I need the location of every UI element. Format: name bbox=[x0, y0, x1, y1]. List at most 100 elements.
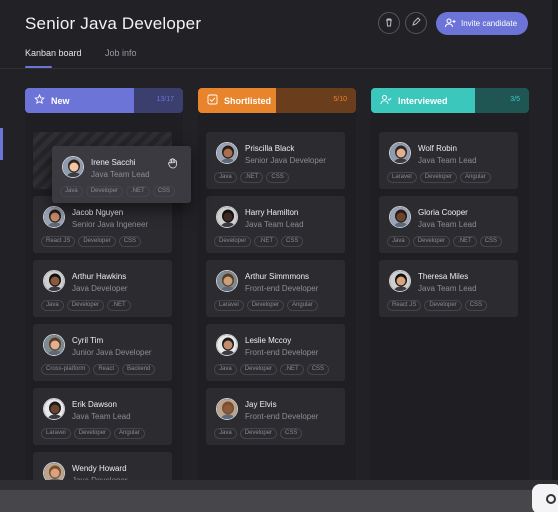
column-body: Wolf Robin Java Team Lead Laravel Developer… bbox=[371, 113, 529, 490]
skill-tag: Developer bbox=[66, 300, 105, 311]
avatar bbox=[216, 398, 238, 420]
candidate-card[interactable]: Leslie Mccoy Front-end Developer Java Devel… bbox=[206, 324, 345, 381]
skill-tag: CSS bbox=[280, 428, 303, 439]
column-title: Interviewed bbox=[398, 95, 448, 106]
candidate-role: Java Team Lead bbox=[91, 170, 150, 179]
candidate-role: Front-end Developer bbox=[245, 284, 319, 293]
skill-tag: Cross-platform bbox=[41, 364, 91, 375]
skill-tag: React JS bbox=[387, 300, 422, 311]
skill-tag: Developer bbox=[424, 300, 462, 311]
skill-tags: Java Developer .NET CSS bbox=[387, 236, 503, 247]
skill-tag: Backend bbox=[122, 364, 156, 375]
column-header-label: New bbox=[25, 88, 134, 113]
search-chip[interactable] bbox=[532, 484, 558, 512]
candidate-name: Arthur Hawkins bbox=[72, 272, 127, 281]
skill-tag: Java bbox=[387, 236, 410, 247]
candidate-role: Senior Java Developer bbox=[245, 156, 326, 165]
candidate-card[interactable]: Cyril Tim Junior Java Developer Cross-plat… bbox=[33, 324, 172, 381]
avatar bbox=[43, 334, 65, 356]
skill-tag: CSS bbox=[464, 300, 488, 311]
skill-tag: Developer bbox=[85, 186, 124, 197]
header-divider bbox=[0, 68, 552, 69]
skill-tag: Developer bbox=[78, 236, 116, 247]
avatar bbox=[216, 270, 238, 292]
candidate-card[interactable]: Wolf Robin Java Team Lead Laravel Developer… bbox=[379, 132, 518, 189]
app-window: Senior Java Developer Invite candidate K… bbox=[0, 0, 552, 490]
candidate-name: Wolf Robin bbox=[418, 144, 457, 153]
skill-tag: Developer bbox=[239, 364, 278, 375]
skill-tags: Java Developer CSS bbox=[214, 428, 303, 439]
candidate-card[interactable]: Arthur Simmmons Front-end Developer Larave… bbox=[206, 260, 345, 317]
candidate-role: Java Team Lead bbox=[418, 284, 477, 293]
skill-tag: Laravel bbox=[387, 172, 417, 183]
skill-tag: .NET bbox=[453, 236, 477, 247]
skill-tags: Developer .NET CSS bbox=[214, 236, 304, 247]
invite-candidate-button[interactable]: Invite candidate bbox=[436, 12, 528, 35]
candidate-name: Theresa Miles bbox=[418, 272, 469, 281]
skill-tags: Java Developer .NET CSS bbox=[60, 186, 176, 197]
dragging-candidate-card[interactable]: Irene Sacchi Java Team Lead Java Developer.… bbox=[52, 146, 191, 203]
skill-tag: Developer bbox=[419, 172, 458, 183]
star-icon bbox=[34, 93, 45, 107]
tab-kanban-board[interactable]: Kanban board bbox=[25, 48, 82, 58]
column-title: Shortlisted bbox=[224, 95, 272, 106]
taskbar bbox=[0, 490, 558, 512]
candidate-role: Java Developer bbox=[72, 284, 128, 293]
skill-tag: React bbox=[93, 364, 120, 375]
skill-tag: CSS bbox=[306, 364, 330, 375]
column-count: 5/10 bbox=[333, 96, 347, 103]
left-scroll-indicator bbox=[0, 128, 3, 160]
page-title: Senior Java Developer bbox=[25, 14, 202, 33]
candidate-card[interactable]: Priscilla Black Senior Java Developer Java… bbox=[206, 132, 345, 189]
column-header-label: Interviewed bbox=[371, 88, 475, 113]
column-count: 13/17 bbox=[156, 96, 174, 103]
candidate-name: Cyril Tim bbox=[72, 336, 104, 345]
candidate-card[interactable]: Jacob Nguyen Senior Java Ingeneer React JS… bbox=[33, 196, 172, 253]
column-header[interactable]: Interviewed 3/5 bbox=[371, 88, 529, 113]
avatar bbox=[43, 206, 65, 228]
skill-tag: Developer bbox=[214, 236, 252, 247]
skill-tags: Java .NET CSS bbox=[214, 172, 289, 183]
candidate-card[interactable]: Arthur Hawkins Java Developer Java Develope… bbox=[33, 260, 172, 317]
candidate-card[interactable]: Theresa Miles Java Team Lead React JS Devel… bbox=[379, 260, 518, 317]
column-title: New bbox=[51, 95, 70, 106]
skill-tags: Java Developer .NET bbox=[41, 300, 131, 311]
edit-button[interactable] bbox=[405, 12, 427, 34]
invite-candidate-label: Invite candidate bbox=[461, 19, 518, 28]
skill-tag: CSS bbox=[266, 172, 289, 183]
skill-tags: Laravel Developer Angular bbox=[214, 300, 318, 311]
add-user-icon bbox=[445, 18, 456, 30]
skill-tag: CSS bbox=[281, 236, 304, 247]
candidate-name: Leslie Mccoy bbox=[245, 336, 292, 345]
skill-tag: .NET bbox=[280, 364, 304, 375]
avatar bbox=[389, 206, 411, 228]
skill-tag: .NET bbox=[107, 300, 131, 311]
skill-tag: .NET bbox=[126, 186, 150, 197]
skill-tag: Angular bbox=[460, 172, 491, 183]
column-header[interactable]: Shortlisted 5/10 bbox=[198, 88, 356, 113]
skill-tag: Developer bbox=[73, 428, 112, 439]
candidate-card[interactable]: Harry Hamilton Java Team Lead Developer .NE… bbox=[206, 196, 345, 253]
tab-job-info[interactable]: Job info bbox=[105, 48, 137, 58]
skill-tags: React JS Developer CSS bbox=[41, 236, 142, 247]
skill-tag: CSS bbox=[152, 186, 176, 197]
column-header[interactable]: New 13/17 bbox=[25, 88, 183, 113]
skill-tag: .NET bbox=[254, 236, 279, 247]
candidate-role: Java Team Lead bbox=[418, 156, 477, 165]
candidate-role: Senior Java Ingeneer bbox=[72, 220, 149, 229]
candidate-card[interactable]: Jay Elvis Front-end Developer Java Develope… bbox=[206, 388, 345, 445]
avatar bbox=[43, 398, 65, 420]
delete-button[interactable] bbox=[378, 12, 400, 34]
skill-tag: Laravel bbox=[214, 300, 244, 311]
candidate-card[interactable]: Erik Dawson Java Team Lead Laravel Develope… bbox=[33, 388, 172, 445]
skill-tag: Java bbox=[214, 172, 237, 183]
candidate-role: Front-end Developer bbox=[245, 412, 319, 421]
candidate-name: Jacob Nguyen bbox=[72, 208, 124, 217]
candidate-role: Java Team Lead bbox=[245, 220, 304, 229]
candidate-name: Arthur Simmmons bbox=[245, 272, 310, 281]
kanban-column-shortlisted: Shortlisted 5/10 Priscilla Black Senior Jav… bbox=[198, 88, 356, 490]
candidate-name: Erik Dawson bbox=[72, 400, 117, 409]
candidate-name: Harry Hamilton bbox=[245, 208, 299, 217]
candidate-card[interactable]: Gloria Cooper Java Team Lead Java Developer… bbox=[379, 196, 518, 253]
skill-tag: Angular bbox=[114, 428, 145, 439]
